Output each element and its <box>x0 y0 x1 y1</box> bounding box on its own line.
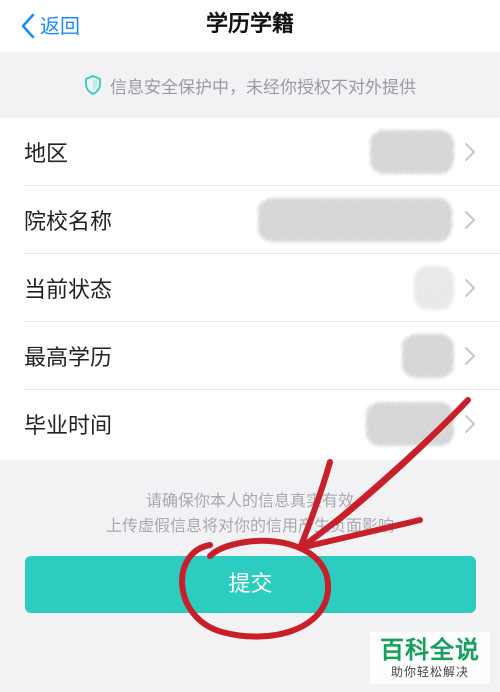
nav-bar: 返回 学历学籍 <box>0 0 500 52</box>
chevron-right-icon <box>465 415 475 433</box>
field-row-education[interactable]: 最高学历 <box>0 322 500 390</box>
redacted-value <box>366 402 454 446</box>
shield-icon <box>85 75 101 95</box>
privacy-notice: 信息安全保护中，未经你授权不对外提供 <box>0 52 500 118</box>
field-label: 最高学历 <box>24 346 113 371</box>
field-label: 当前状态 <box>24 278 113 303</box>
watermark-logo: 百科全说 助你轻松解决 <box>370 632 490 684</box>
chevron-right-icon <box>465 279 475 297</box>
redacted-value <box>414 266 454 310</box>
education-info-list: 地区 院校名称 当前状态 最高学历 毕业时间 <box>0 118 500 460</box>
privacy-notice-text: 信息安全保护中，未经你授权不对外提供 <box>110 77 416 98</box>
watermark-tagline: 助你轻松解决 <box>390 665 469 679</box>
footnote-line-1: 请确保你本人的信息真实有效 <box>145 491 354 510</box>
field-label: 地区 <box>24 142 69 167</box>
footnote-line-2: 上传虚假信息将对你的信用产生负面影响 <box>105 516 394 535</box>
redacted-value <box>370 130 454 174</box>
field-row-status[interactable]: 当前状态 <box>0 254 500 322</box>
field-row-school[interactable]: 院校名称 <box>0 186 500 254</box>
chevron-right-icon <box>465 347 475 365</box>
field-row-region[interactable]: 地区 <box>0 118 500 186</box>
redacted-value <box>402 334 454 378</box>
field-label: 院校名称 <box>24 210 113 235</box>
page-title: 学历学籍 <box>205 12 294 37</box>
watermark-brand: 百科全说 <box>380 636 480 664</box>
field-label: 毕业时间 <box>24 414 113 439</box>
redacted-value <box>258 198 452 242</box>
chevron-right-icon <box>465 211 475 229</box>
submit-button[interactable]: 提交 <box>25 556 476 613</box>
field-row-graduation[interactable]: 毕业时间 <box>0 390 500 458</box>
chevron-right-icon <box>465 143 475 161</box>
